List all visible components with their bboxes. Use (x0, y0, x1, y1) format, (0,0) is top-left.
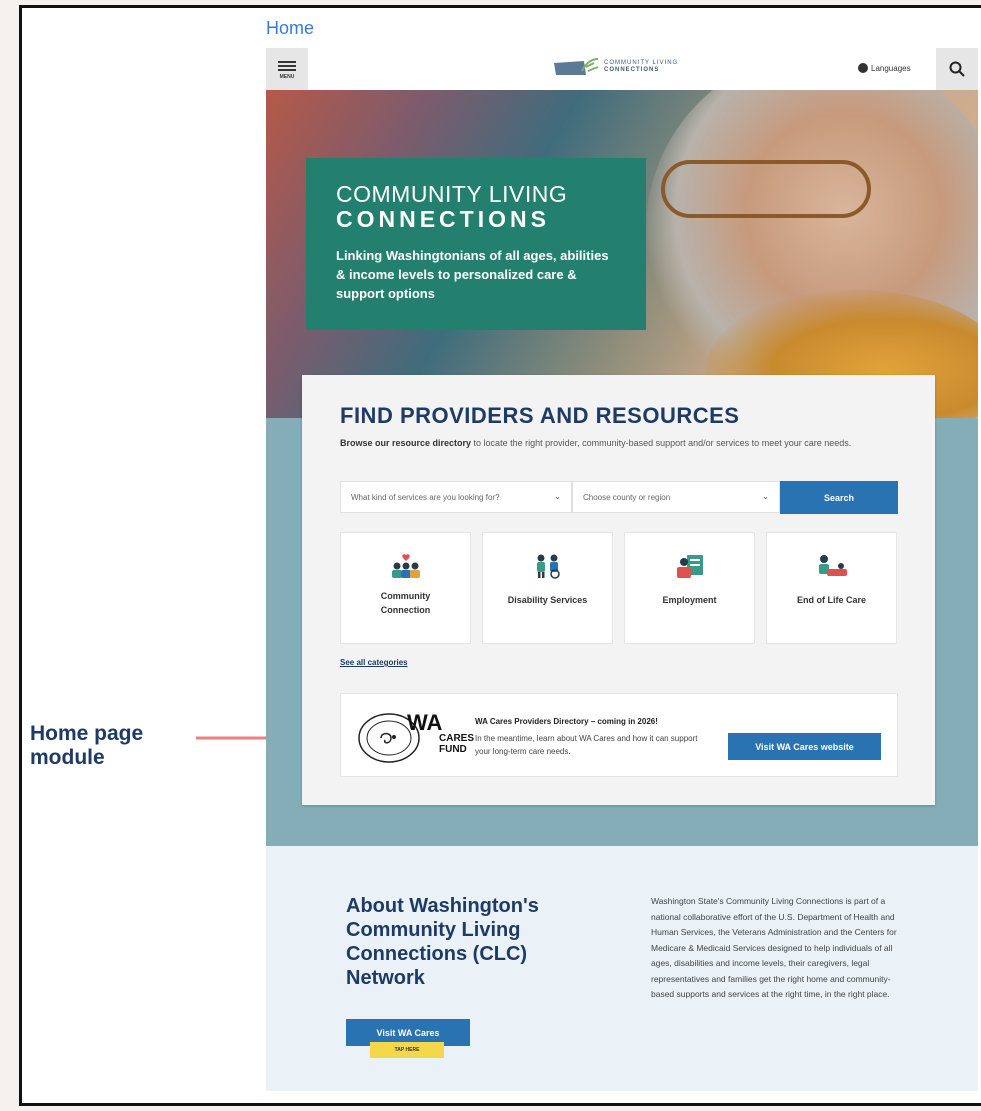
category-label: End of Life Care (796, 595, 866, 605)
search-submit-button[interactable]: Search (780, 481, 898, 514)
hero-title-line-1: COMMUNITY LIVING (336, 181, 568, 207)
category-card-disability-services[interactable]: Disability Services (482, 532, 613, 644)
search-icon (949, 61, 965, 77)
wa-cares-title: WA Cares Providers Directory – coming in… (475, 717, 658, 726)
hero-glasses (661, 160, 871, 218)
chevron-down-icon: ⌄ (554, 492, 561, 501)
category-card-end-of-life-care[interactable]: End of Life Care (766, 532, 897, 644)
disability-services-icon (536, 554, 560, 579)
globe-icon (858, 63, 868, 73)
county-select[interactable]: Choose county or region ⌄ (572, 481, 780, 513)
chevron-down-icon: ⌄ (762, 492, 769, 501)
wa-cares-text: WA Cares Providers Directory – coming in… (475, 715, 715, 758)
wa-logo-cares: CARES (439, 733, 475, 744)
logo-text: COMMUNITY LIVING CONNECTIONS (604, 60, 678, 74)
menu-icon (278, 59, 296, 73)
menu-button[interactable]: MENU (266, 48, 308, 90)
find-providers-module: FIND PROVIDERS AND RESOURCES Browse our … (302, 375, 935, 805)
category-label: Community Connection (380, 591, 431, 615)
category-label: Employment (662, 595, 717, 605)
languages-button[interactable]: Languages (858, 63, 911, 73)
wa-logo-fund: FUND (439, 744, 467, 755)
annotation-line-2: module (30, 746, 105, 769)
see-all-categories-link[interactable]: See all categories (340, 658, 408, 667)
category-card-employment[interactable]: Employment (624, 532, 755, 644)
logo-line-1: COMMUNITY LIVING (604, 60, 679, 66)
end-of-life-care-icon (818, 555, 847, 576)
county-select-placeholder: Choose county or region (583, 493, 671, 502)
about-body: Washington State's Community Living Conn… (651, 896, 897, 999)
find-title: FIND PROVIDERS AND RESOURCES (340, 403, 740, 428)
service-select-placeholder: What kind of services are you looking fo… (351, 493, 500, 502)
site-logo[interactable]: COMMUNITY LIVING CONNECTIONS (554, 57, 678, 77)
website-mockup: MENU COMMUNITY LIVING CONNECTIONS Langua… (266, 48, 978, 1091)
page-label: Home (266, 18, 315, 38)
wa-cares-fund-logo: WA CARES FUND (357, 710, 475, 766)
site-header: MENU COMMUNITY LIVING CONNECTIONS Langua… (266, 48, 978, 90)
annotation-line-1: Home page (30, 722, 144, 745)
logo-mark-icon (554, 58, 599, 75)
directory-link[interactable]: Browse our resource directory (340, 438, 471, 448)
tap-here-tag: TAP HERE (370, 1042, 444, 1058)
menu-label: MENU (279, 73, 295, 80)
hero-title-line-2: CONNECTIONS (336, 206, 550, 232)
community-connection-icon (391, 554, 420, 578)
employment-icon (676, 555, 703, 578)
wa-cares-banner: WA CARES FUND WA Cares Providers Directo… (340, 693, 898, 777)
annotation-label: Home page module (30, 722, 143, 770)
find-description: Browse our resource directory to locate … (340, 436, 895, 450)
wa-cares-body: In the meantime, learn about WA Cares an… (475, 734, 698, 756)
hero-subtitle: Linking Washingtonians of all ages, abil… (336, 248, 609, 301)
about-section: About Washington's Community Living Conn… (266, 846, 978, 1091)
wa-logo-wa: WA (407, 710, 443, 735)
visit-wa-cares-website-button[interactable]: Visit WA Cares website (728, 733, 881, 760)
logo-line-2: CONNECTIONS (604, 67, 660, 73)
category-card-community-connection[interactable]: Community Connection (340, 532, 471, 644)
service-select[interactable]: What kind of services are you looking fo… (340, 481, 572, 513)
find-description-rest: to locate the right provider, community-… (471, 438, 852, 448)
languages-label: Languages (871, 63, 911, 73)
about-title: About Washington's Community Living Conn… (346, 895, 539, 989)
search-button[interactable] (936, 48, 978, 90)
category-label: Disability Services (507, 595, 588, 605)
hero-card: COMMUNITY LIVING CONNECTIONS Linking Was… (306, 158, 646, 330)
hero-section: COMMUNITY LIVING CONNECTIONS Linking Was… (266, 90, 978, 418)
